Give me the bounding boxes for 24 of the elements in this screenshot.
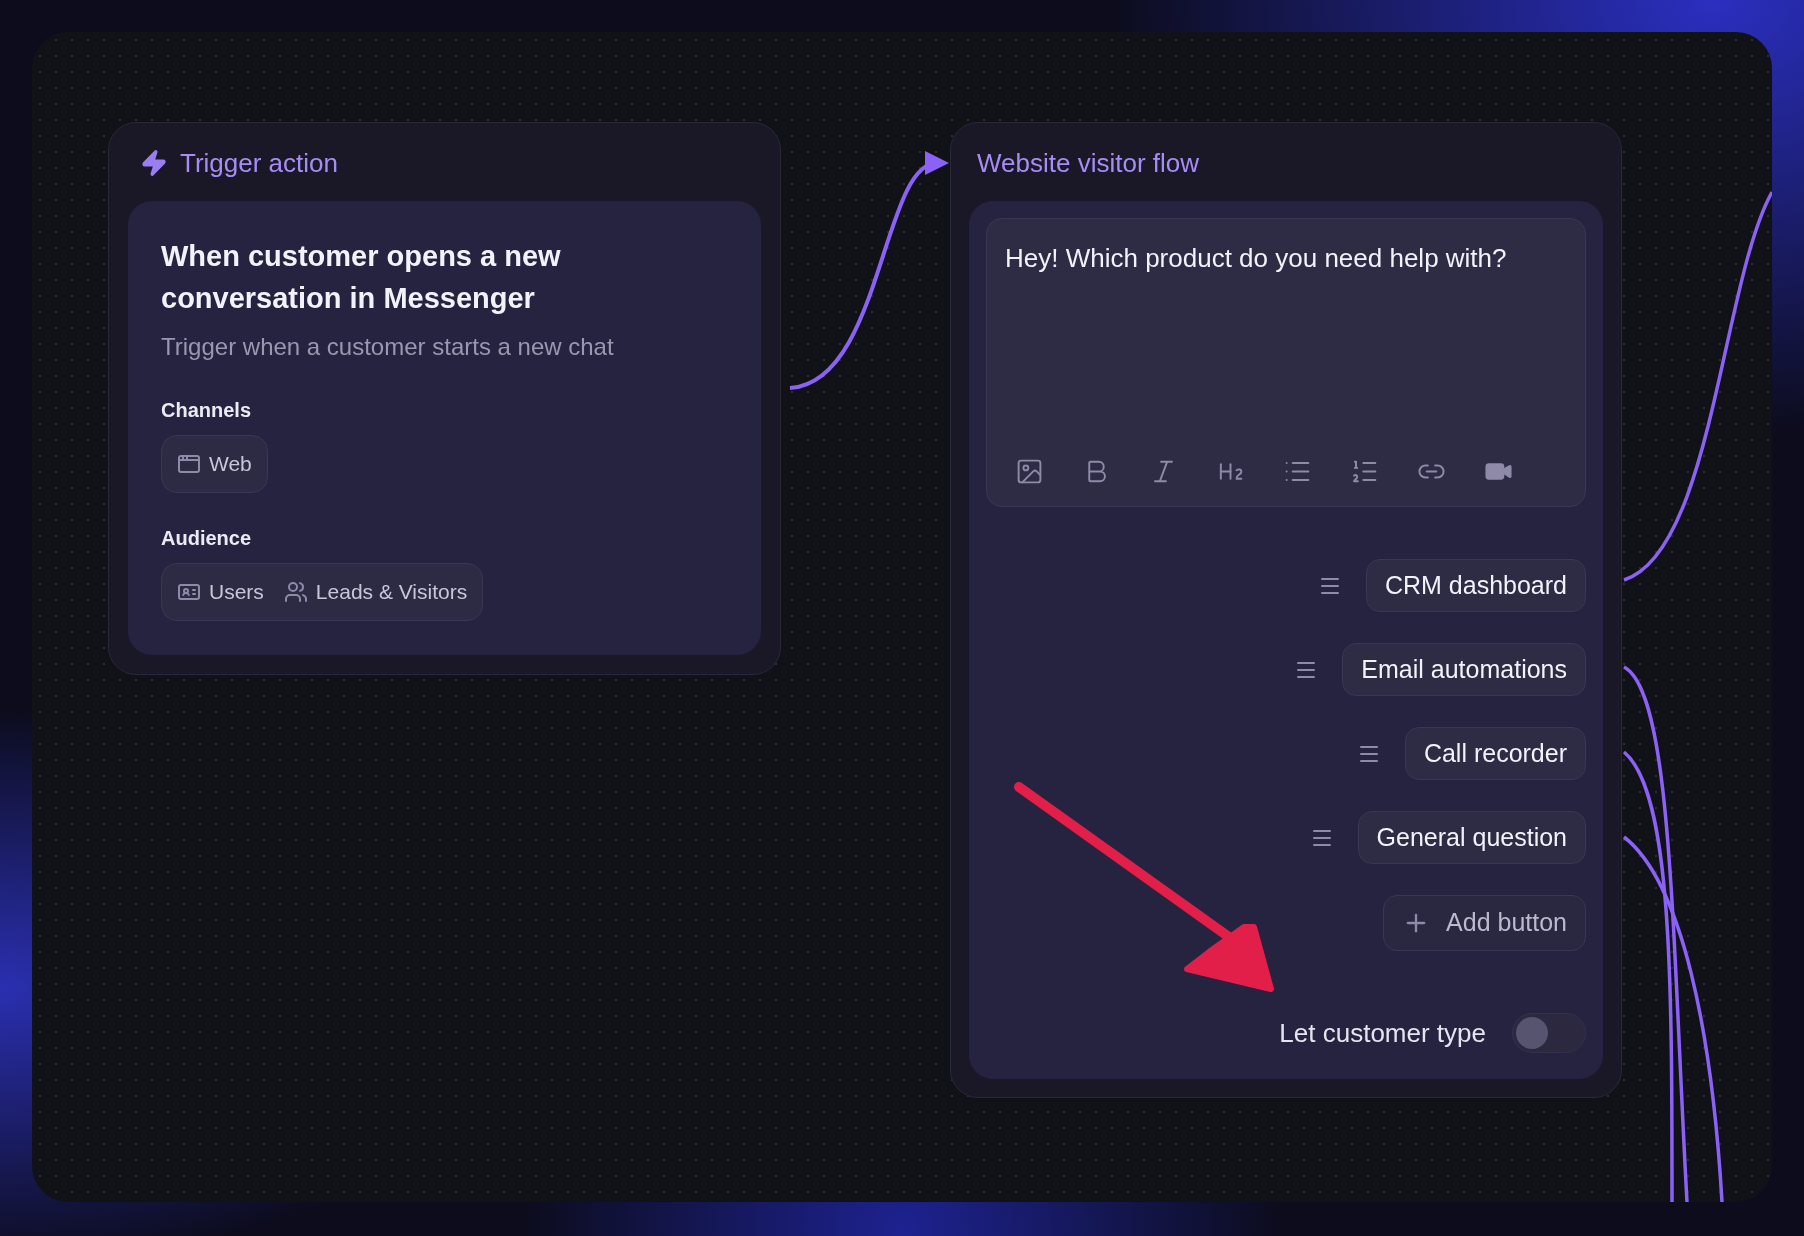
audience-label: Users — [209, 579, 264, 606]
audience-label: Leads & Visitors — [315, 579, 468, 606]
lightning-icon — [140, 149, 168, 177]
card-title: Trigger action — [180, 146, 338, 180]
card-title: Website visitor flow — [977, 146, 1200, 180]
reply-button[interactable]: CRM dashboard — [1365, 559, 1586, 612]
trigger-description: Trigger when a customer starts a new chat — [161, 332, 615, 362]
people-icon — [283, 580, 308, 604]
trigger-heading: When customer opens a new conversation in Messenger — [161, 239, 562, 316]
reply-button[interactable]: General question — [1357, 811, 1586, 864]
reply-button[interactable]: Email automations — [1342, 643, 1586, 696]
message-text: Hey! Which product do you need help with? — [1005, 242, 1508, 275]
section-label: Channels — [161, 398, 253, 423]
channel-label: Web — [209, 451, 252, 478]
message-editor[interactable]: Hey! Which product do you need help with? — [986, 218, 1586, 507]
toggle-label: Let customer type — [1279, 1016, 1486, 1050]
add-button[interactable]: Add button — [1383, 895, 1586, 951]
reply-button[interactable]: Call recorder — [1404, 727, 1586, 780]
toggle-switch[interactable] — [1512, 1013, 1586, 1053]
image-icon[interactable] — [1015, 457, 1044, 486]
section-label: Audience — [161, 526, 253, 551]
channels-chip[interactable]: Web — [161, 435, 268, 493]
audience-chip[interactable]: Users Leads & Visitors — [161, 563, 484, 621]
browser-window-icon — [177, 452, 201, 476]
